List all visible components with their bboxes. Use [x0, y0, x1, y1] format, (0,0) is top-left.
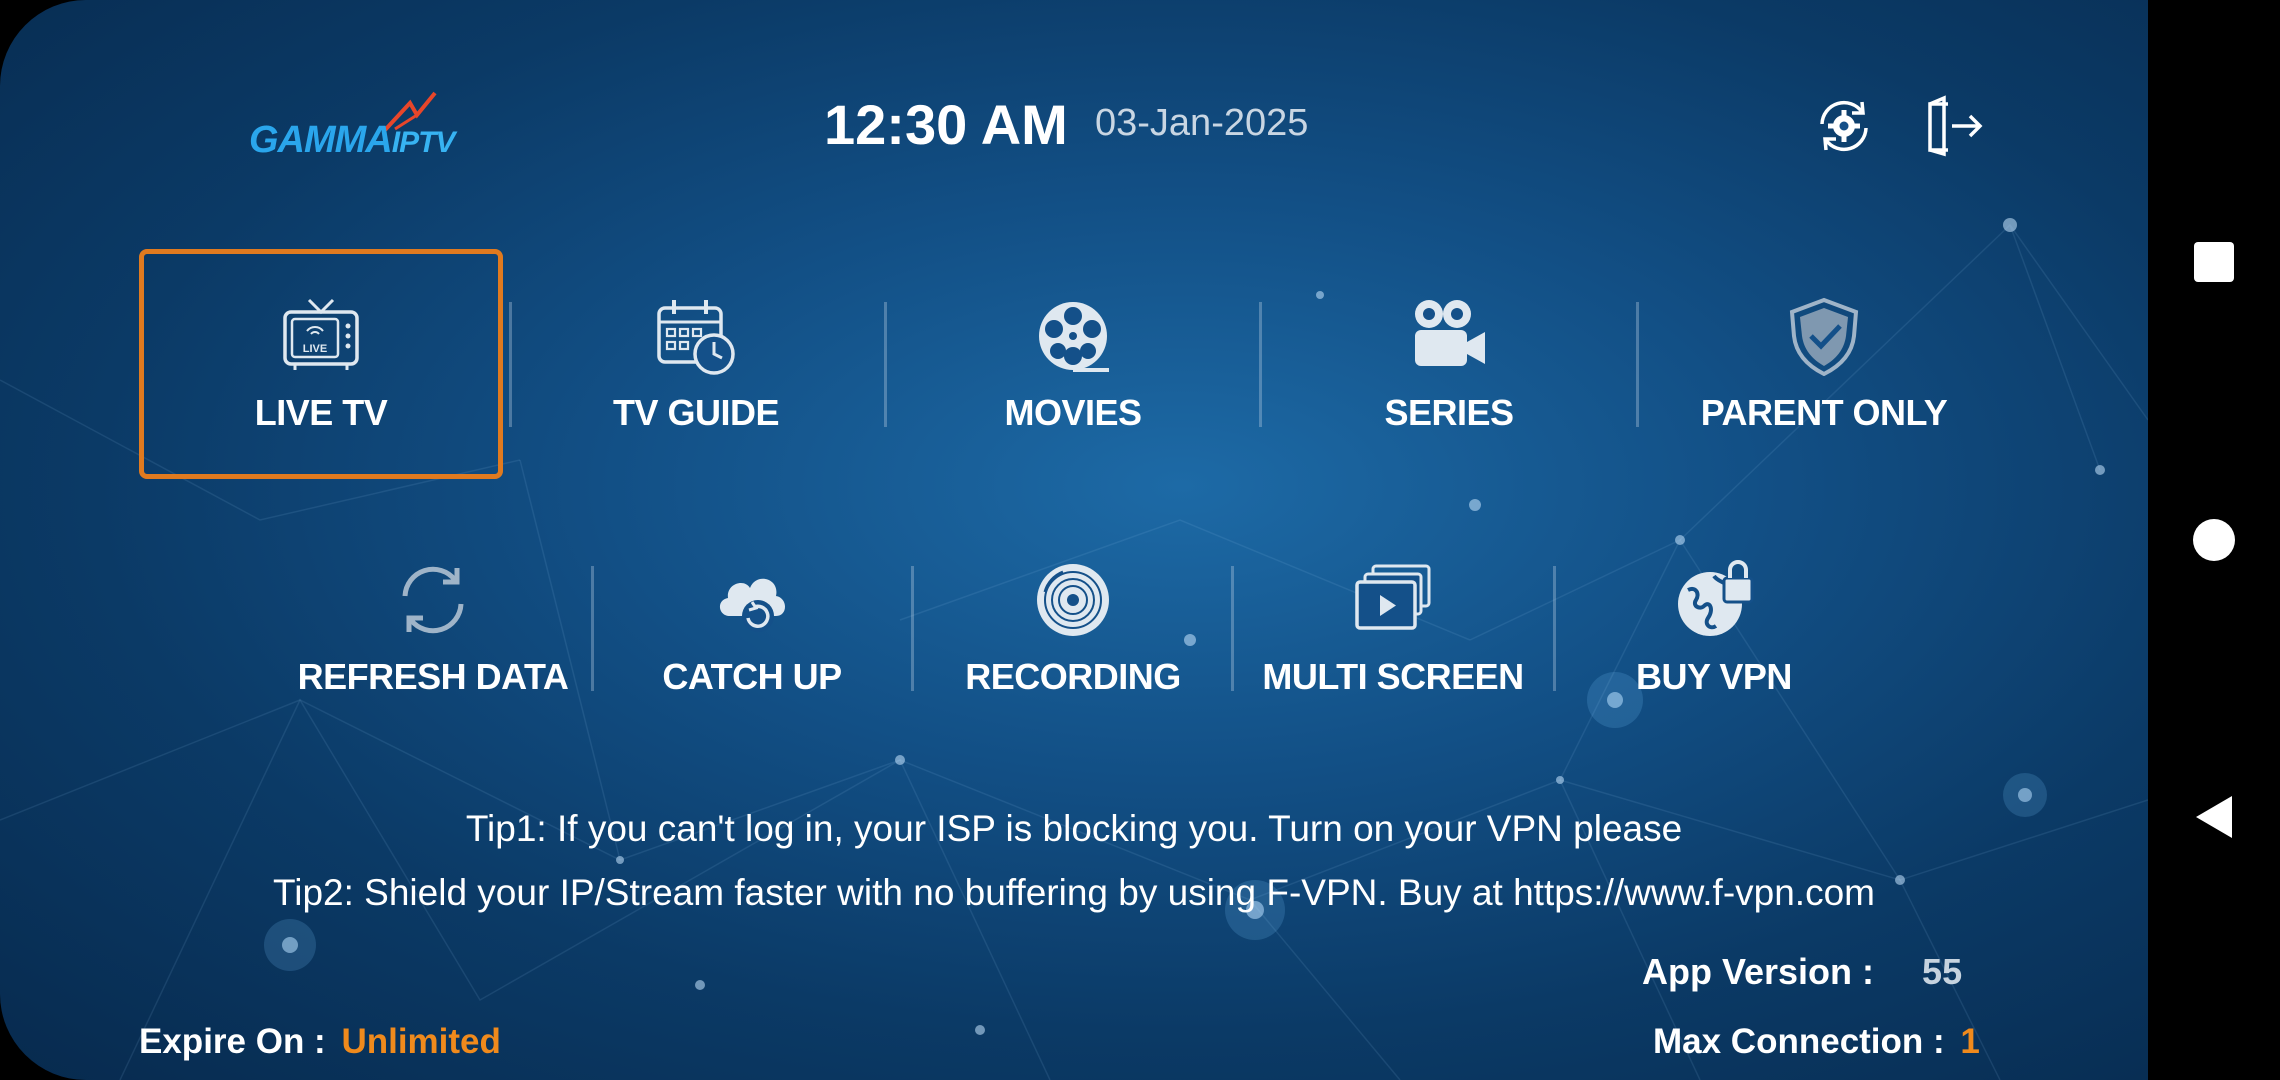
- menu-movies[interactable]: MOVIES: [933, 296, 1213, 456]
- logo-text-primary: GAMMA: [249, 119, 393, 161]
- divider: [1259, 302, 1262, 427]
- menu-live-tv[interactable]: LIVE LIVE TV: [181, 296, 461, 456]
- menu-label: MULTI SCREEN: [1262, 656, 1524, 697]
- menu-label: CATCH UP: [662, 656, 842, 697]
- vinyl-disc-icon: [1037, 564, 1109, 636]
- system-navigation-bar: [2148, 0, 2280, 1080]
- settings-refresh-gear-icon[interactable]: [1812, 94, 1876, 158]
- logout-door-icon[interactable]: [1922, 94, 1986, 158]
- menu-tv-guide[interactable]: TV GUIDE: [556, 296, 836, 456]
- menu-label: BUY VPN: [1636, 656, 1792, 697]
- square-recents-icon[interactable]: [2148, 240, 2280, 284]
- logo-text-secondary: IPTV: [391, 126, 456, 159]
- live-tv-icon: LIVE: [283, 298, 359, 370]
- svg-text:LIVE: LIVE: [303, 343, 327, 355]
- menu-parent-only[interactable]: PARENT ONLY: [1684, 296, 1964, 456]
- expire-label: Expire On :: [139, 1022, 326, 1061]
- refresh-icon: [402, 566, 464, 634]
- app-version: App Version : 55: [1642, 951, 1962, 993]
- menu-label: REFRESH DATA: [297, 656, 569, 697]
- tip-1: Tip1: If you can't log in, your ISP is b…: [465, 808, 1683, 849]
- divider: [911, 566, 914, 691]
- menu-buy-vpn[interactable]: BUY VPN: [1574, 560, 1854, 710]
- app-logo: GAMMAIPTV: [245, 85, 495, 165]
- app-version-value: 55: [1922, 951, 1963, 992]
- menu-multi-screen[interactable]: MULTI SCREEN: [1253, 560, 1533, 710]
- divider: [591, 566, 594, 691]
- divider: [1636, 302, 1639, 427]
- cloud-refresh-icon: [719, 578, 785, 632]
- triangle-back-icon[interactable]: [2148, 792, 2280, 842]
- menu-catch-up[interactable]: CATCH UP: [612, 560, 892, 710]
- divider: [509, 302, 512, 427]
- menu-label: PARENT ONLY: [1700, 392, 1948, 433]
- app-screen: GAMMAIPTV 12:30 AM 03-Jan-2025 LIVE LIVE…: [0, 0, 2148, 1080]
- calendar-clock-icon: [657, 300, 735, 375]
- max-connection-info: Max Connection : 1: [1653, 1022, 1980, 1062]
- menu-recording[interactable]: RECORDING: [933, 560, 1213, 710]
- menu-label: RECORDING: [965, 656, 1181, 697]
- film-reel-icon: [1039, 302, 1109, 372]
- menu-label: MOVIES: [1004, 392, 1142, 433]
- menu-refresh-data[interactable]: REFRESH DATA: [293, 560, 573, 710]
- menu-label: SERIES: [1384, 392, 1514, 433]
- clock-time: 12:30 AM: [824, 93, 1068, 156]
- divider: [884, 302, 887, 427]
- menu-label: LIVE TV: [254, 392, 388, 433]
- multi-screen-icon: [1355, 564, 1431, 630]
- shield-check-icon: [1789, 297, 1859, 376]
- divider: [1553, 566, 1556, 691]
- menu-label: TV GUIDE: [612, 392, 780, 433]
- expire-info: Expire On : Unlimited: [139, 1022, 501, 1062]
- globe-lock-icon: [1678, 560, 1754, 636]
- app-version-label: App Version :: [1642, 951, 1875, 992]
- video-camera-icon: [1415, 300, 1485, 366]
- current-date: 03-Jan-2025: [1095, 102, 1309, 144]
- max-connection-label: Max Connection :: [1653, 1022, 1945, 1061]
- circle-home-icon[interactable]: [2148, 518, 2280, 562]
- divider: [1231, 566, 1234, 691]
- expire-value: Unlimited: [341, 1022, 501, 1061]
- max-connection-value: 1: [1960, 1022, 1980, 1061]
- menu-series[interactable]: SERIES: [1309, 296, 1589, 456]
- tip-2: Tip2: Shield your IP/Stream faster with …: [273, 872, 1875, 913]
